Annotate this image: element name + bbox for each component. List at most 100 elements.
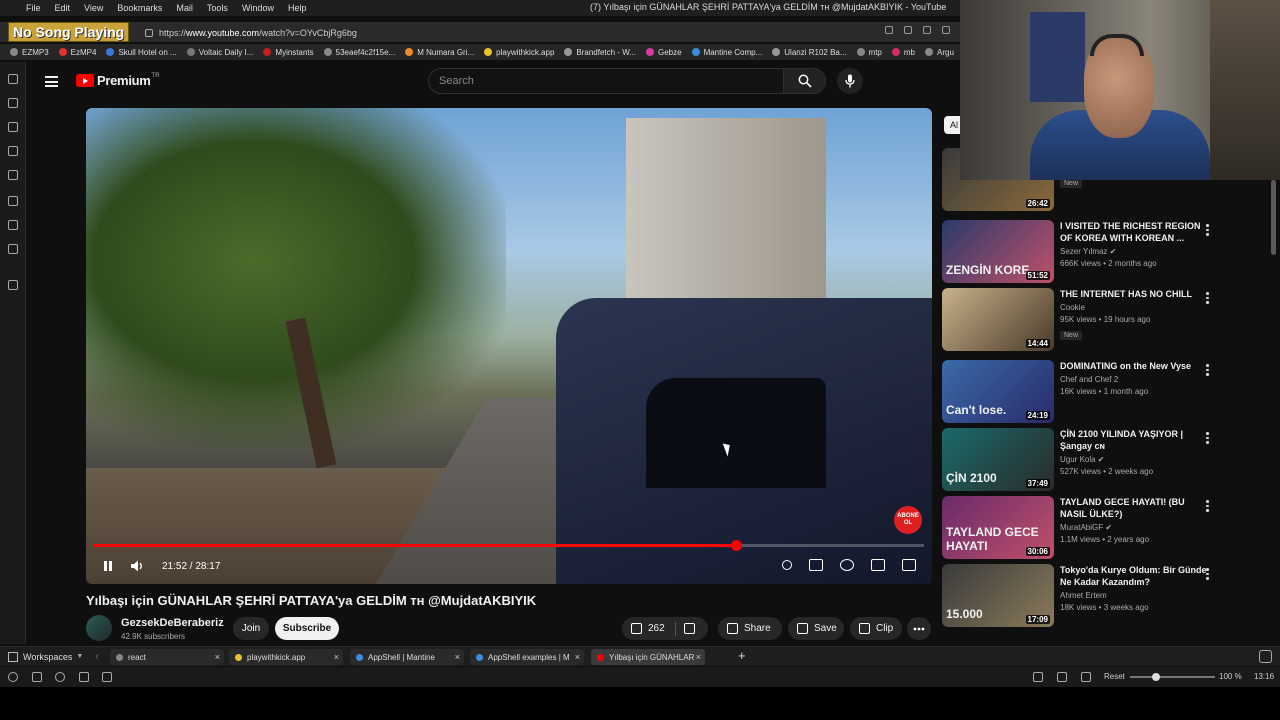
captions-icon[interactable] — [809, 559, 823, 571]
browser-tab[interactable]: AppShell examples | M × — [470, 649, 584, 665]
panel-toggle-icon[interactable] — [32, 672, 42, 682]
browser-tab[interactable]: AppShell | Mantine × — [350, 649, 464, 665]
search-button[interactable] — [784, 68, 826, 94]
share-button[interactable]: Share — [718, 617, 782, 640]
settings-gear-icon[interactable] — [840, 559, 854, 571]
video-thumbnail[interactable]: Can't lose. 24:19 — [942, 360, 1054, 423]
close-tab-icon[interactable]: × — [334, 652, 339, 662]
recommendation-title[interactable]: Tokyo'da Kurye Oldum: Bir Günde Ne Kadar… — [1060, 564, 1210, 588]
tab-panel-toggle-icon[interactable] — [1259, 650, 1272, 663]
bookmark-item[interactable]: playwithkick.app — [484, 48, 554, 57]
dislike-icon[interactable] — [683, 623, 695, 634]
save-button[interactable]: Save — [788, 617, 844, 640]
video-thumbnail[interactable]: ZENGİN KORE 51:52 — [942, 220, 1054, 283]
bookmark-item[interactable]: Brandfetch - W... — [564, 48, 636, 57]
recommendation-channel[interactable]: Ahmet Ertem — [1060, 591, 1210, 600]
recommendation-item[interactable]: 15.000 17:09 Tokyo'da Kurye Oldum: Bir Gün… — [942, 564, 1262, 630]
tiling-icon[interactable] — [1057, 672, 1067, 682]
mail-panel-icon[interactable] — [8, 244, 18, 254]
close-tab-icon[interactable]: × — [575, 652, 580, 662]
add-panel-icon[interactable] — [8, 280, 18, 290]
menu-edit[interactable]: Edit — [48, 3, 78, 13]
recommendation-item[interactable]: Can't lose. 24:19 DOMINATING on the New Vy… — [942, 360, 1262, 426]
bookmark-item[interactable]: Voltaic Daily I... — [186, 48, 253, 57]
workspaces-menu[interactable]: Workspaces ▼ — [8, 651, 83, 662]
browser-tab[interactable]: react × — [110, 649, 224, 665]
search-input[interactable] — [429, 69, 783, 93]
video-thumbnail[interactable]: TAYLAND GECE HAYATI 30:06 — [942, 496, 1054, 559]
mail-icon[interactable] — [79, 672, 89, 682]
recommendation-title[interactable]: I VISITED THE RICHEST REGION OF KOREA WI… — [1060, 220, 1210, 244]
bookmark-icon[interactable] — [942, 26, 950, 34]
recommendation-channel[interactable]: MuratAbiGF ✔ — [1060, 523, 1210, 532]
browser-tab[interactable]: playwithkick.app × — [229, 649, 343, 665]
bookmark-item[interactable]: EzMP4 — [58, 48, 96, 57]
channel-avatar[interactable] — [86, 615, 112, 641]
like-count[interactable]: 262 — [648, 623, 665, 634]
new-tab-button[interactable]: + — [738, 648, 746, 663]
video-thumbnail[interactable]: ÇİN 2100 37:49 — [942, 428, 1054, 491]
youtube-logo[interactable]: Premium TR — [76, 73, 160, 88]
menu-help[interactable]: Help — [281, 3, 314, 13]
autoplay-toggle-icon[interactable] — [782, 560, 792, 570]
bookmark-item[interactable]: EZMP3 — [10, 48, 49, 57]
recommendation-title[interactable]: TAYLAND GECE HAYATI! (BU NASIL ÜLKE?) — [1060, 496, 1210, 520]
clip-button[interactable]: Clip — [850, 617, 902, 640]
recommendation-item[interactable]: 14:44 THE INTERNET HAS NO CHILL Cookie 95K … — [942, 288, 1262, 354]
bookmarks-panel-icon[interactable] — [8, 74, 18, 84]
menu-view[interactable]: View — [77, 3, 110, 13]
more-actions-button[interactable] — [907, 617, 931, 640]
voice-search-button[interactable] — [837, 68, 863, 94]
recommendations-scrollbar[interactable] — [1271, 180, 1276, 255]
recommendation-channel[interactable]: Chef and Chef 2 — [1060, 375, 1210, 384]
pause-button[interactable] — [100, 559, 116, 573]
channel-name[interactable]: GezsekDeBeraberiz — [121, 617, 224, 629]
subscribe-watermark[interactable]: ABONE OL — [894, 506, 922, 534]
sync-icon[interactable] — [8, 672, 18, 682]
browser-tab[interactable]: Yılbaşı için GÜNAHLAR × — [591, 649, 705, 665]
more-vertical-icon[interactable] — [1206, 364, 1209, 378]
bookmark-item[interactable]: Argu — [925, 48, 954, 57]
progress-scrubber[interactable] — [730, 540, 742, 551]
bookmark-item[interactable]: mtp — [856, 48, 882, 57]
recommendation-title[interactable]: ÇİN 2100 YILINDA YAŞIYOR | Şangay ᴄɴ — [1060, 428, 1210, 452]
recommendation-title[interactable]: DOMINATING on the New Vyse — [1060, 360, 1210, 372]
recommendation-title[interactable]: THE INTERNET HAS NO CHILL — [1060, 288, 1210, 300]
menu-mail[interactable]: Mail — [169, 3, 200, 13]
close-tab-icon[interactable]: × — [696, 652, 701, 662]
bookmark-item[interactable]: Mantine Comp... — [691, 48, 762, 57]
url-field[interactable]: https://www.youtube.com/watch?v=OYvCbjRg… — [145, 25, 357, 40]
recommendation-channel[interactable]: Cookie — [1060, 303, 1210, 312]
recommendation-item[interactable]: ÇİN 2100 37:49 ÇİN 2100 YILINDA YAŞIYOR | … — [942, 428, 1262, 494]
notes-panel-icon[interactable] — [8, 146, 18, 156]
volume-button[interactable] — [130, 559, 146, 573]
video-thumbnail[interactable]: 15.000 17:09 — [942, 564, 1054, 627]
zoom-slider[interactable] — [1130, 673, 1215, 681]
recommendation-item[interactable]: TAYLAND GECE HAYATI 30:06 TAYLAND GECE HAY… — [942, 496, 1262, 562]
menu-window[interactable]: Window — [235, 3, 281, 13]
fullscreen-icon[interactable] — [902, 559, 916, 571]
tab-scroll-left-icon[interactable]: ‹ — [95, 651, 98, 662]
bookmark-item[interactable]: Myinstants — [263, 48, 314, 57]
window-panel-icon[interactable] — [8, 196, 18, 206]
more-vertical-icon[interactable] — [1206, 432, 1209, 446]
reading-list-icon[interactable] — [8, 220, 18, 230]
subscribe-button[interactable]: Subscribe — [275, 617, 339, 640]
more-vertical-icon[interactable] — [1206, 500, 1209, 514]
more-vertical-icon[interactable] — [1206, 292, 1209, 306]
recommendation-channel[interactable]: Ugur Kola ✔ — [1060, 455, 1210, 464]
cloud-icon[interactable] — [55, 672, 65, 682]
video-player[interactable]: ABONE OL 21:52 / 28:17 — [86, 108, 932, 584]
close-tab-icon[interactable]: × — [215, 652, 220, 662]
menu-icon[interactable] — [45, 76, 58, 87]
download-icon[interactable] — [923, 26, 931, 34]
recommendation-channel[interactable]: Sezer Yılmaz ✔ — [1060, 247, 1210, 256]
capture-icon[interactable] — [1033, 672, 1043, 682]
join-button[interactable]: Join — [233, 617, 269, 640]
bookmark-item[interactable]: Skull Hotel on ... — [106, 48, 177, 57]
miniplayer-icon[interactable] — [871, 559, 885, 571]
recommendation-item[interactable]: ZENGİN KORE 51:52 I VISITED THE RICHEST RE… — [942, 220, 1262, 286]
history-panel-icon[interactable] — [8, 122, 18, 132]
calendar-icon[interactable] — [102, 672, 112, 682]
page-actions-icon[interactable] — [1081, 672, 1091, 682]
